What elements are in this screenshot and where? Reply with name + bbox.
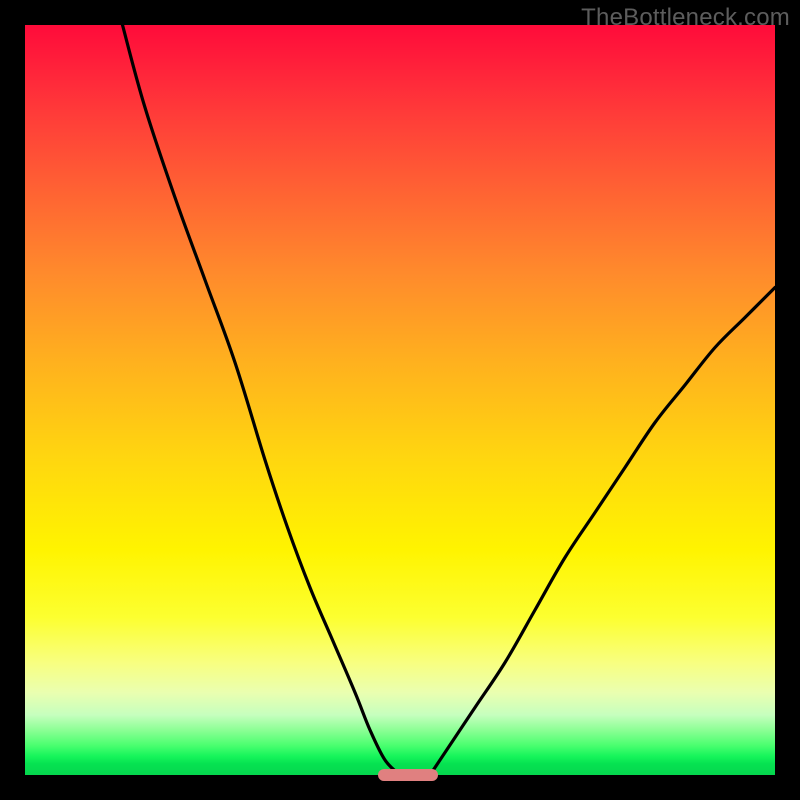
chart-frame: TheBottleneck.com bbox=[0, 0, 800, 800]
attribution-text: TheBottleneck.com bbox=[581, 4, 790, 32]
curve-right bbox=[430, 288, 775, 776]
plot-area bbox=[25, 25, 775, 775]
optimal-range-marker bbox=[378, 769, 438, 781]
curve-left bbox=[123, 25, 401, 775]
bottleneck-curve bbox=[25, 25, 775, 775]
